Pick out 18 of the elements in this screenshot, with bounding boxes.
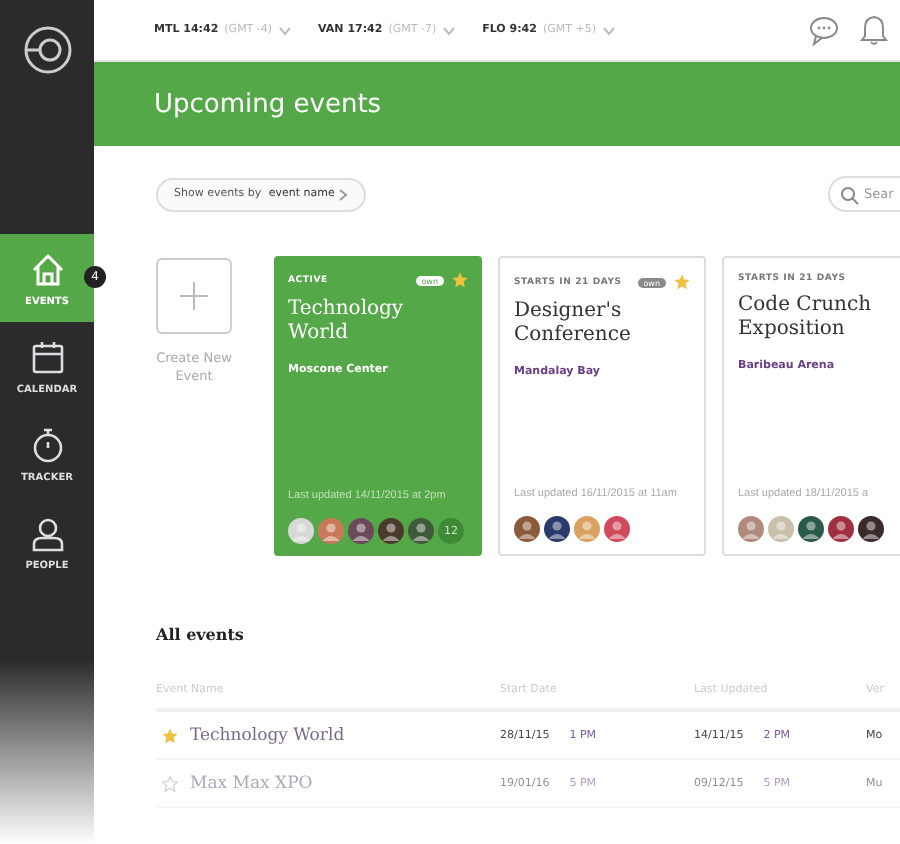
event-name-link[interactable]: Technology World <box>190 725 345 745</box>
home-icon <box>27 249 67 289</box>
bell-icon[interactable] <box>860 14 888 46</box>
chat-icon[interactable] <box>808 14 840 46</box>
section-title: All events <box>156 624 246 644</box>
page-title: Upcoming events <box>154 89 382 119</box>
caret-icon <box>601 25 616 35</box>
chevron-icon <box>338 187 349 201</box>
event-title: Designer's Conference <box>514 300 633 346</box>
plus-icon <box>180 282 208 310</box>
search-icon <box>840 186 860 206</box>
event-title: Code Crunch Exposition <box>738 294 874 340</box>
calendar-icon <box>27 337 67 377</box>
caret-icon <box>442 25 457 35</box>
caret-icon <box>278 25 293 35</box>
event-title: Technology World <box>288 298 406 344</box>
person-icon <box>27 513 67 553</box>
logo-icon <box>21 24 73 76</box>
